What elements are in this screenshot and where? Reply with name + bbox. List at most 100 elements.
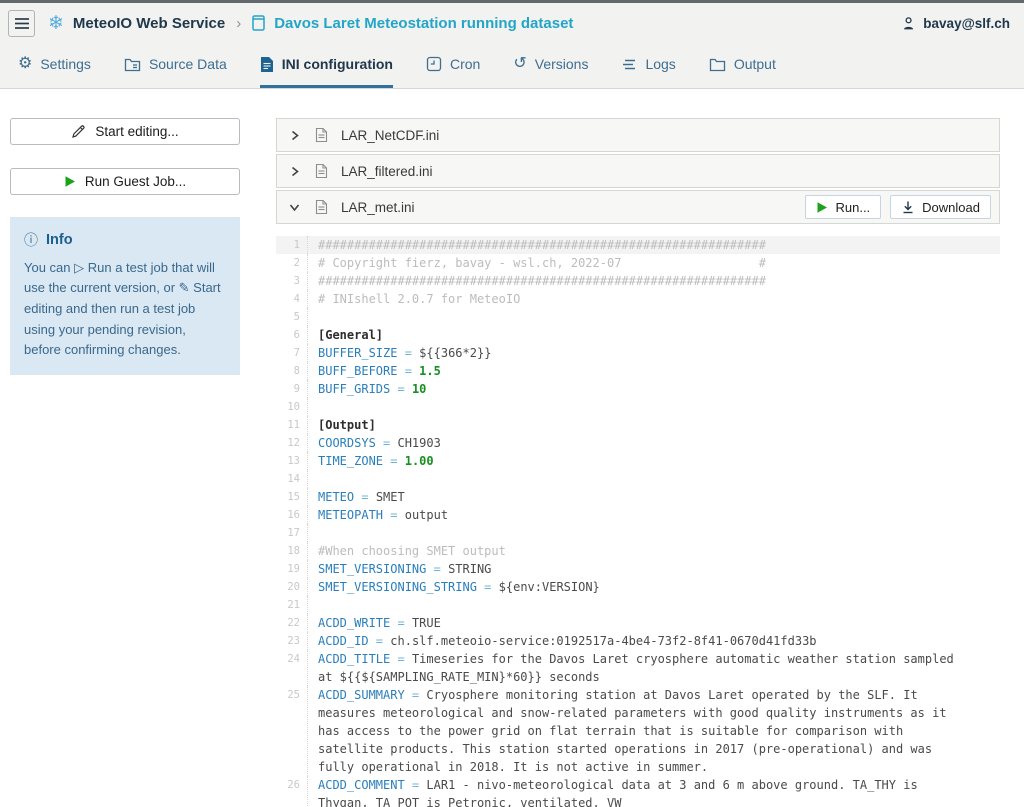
code-line: 12COORDSYS = CH1903	[276, 434, 1000, 452]
play-icon	[64, 175, 76, 188]
download-file-button[interactable]: Download	[890, 195, 991, 219]
sidebar: Start editing... Run Guest Job... ⓘ Info…	[10, 118, 240, 807]
code-line-text: METEOPATH = output	[318, 506, 966, 524]
code-line-text: TIME_ZONE = 1.00	[318, 452, 966, 470]
line-number: 21	[276, 596, 308, 614]
code-editor[interactable]: 1 #######################################…	[276, 232, 1000, 807]
download-file-label: Download	[922, 200, 980, 215]
edit-inline-icon: ✎	[179, 280, 190, 295]
tab-label: Cron	[450, 56, 480, 72]
line-number: 19	[276, 560, 308, 578]
folder-icon	[709, 57, 726, 72]
code-line-text: COORDSYS = CH1903	[318, 434, 966, 452]
code-line: 24 ACDD_TITLE = Timeseries for the Davos …	[276, 650, 1000, 686]
snowflake-logo-icon: ❄	[48, 14, 64, 33]
code-line-text: # INIshell 2.0.7 for MeteoIO	[318, 290, 966, 308]
line-number: 7	[276, 344, 308, 362]
tab-source-data[interactable]: Source Data	[124, 43, 227, 88]
tab-cron[interactable]: Cron	[426, 43, 480, 88]
file-icon	[315, 127, 328, 143]
app-title[interactable]: MeteoIO Web Service	[73, 15, 225, 32]
code-line-text	[318, 596, 966, 614]
code-line: 5	[276, 308, 1000, 326]
download-icon	[901, 200, 915, 214]
run-guest-job-button[interactable]: Run Guest Job...	[10, 168, 240, 195]
code-line-text: SMET_VERSIONING_STRING = ${env:VERSION}	[318, 578, 966, 596]
line-number: 14	[276, 470, 308, 488]
code-line: 2# Copyright fierz, bavay - wsl.ch, 2022…	[276, 254, 1000, 272]
code-line-text: ########################################…	[318, 236, 966, 254]
file-row-lar-met[interactable]: LAR_met.ini Run... Download	[276, 190, 1000, 224]
line-number: 25	[276, 686, 308, 776]
line-number: 9	[276, 380, 308, 398]
code-line: 1 #######################################…	[276, 236, 1000, 254]
line-number: 24	[276, 650, 308, 686]
code-line: 10	[276, 398, 1000, 416]
tab-logs[interactable]: Logs	[621, 43, 675, 88]
line-number: 10	[276, 398, 308, 416]
code-line-text	[318, 398, 966, 416]
hamburger-menu-button[interactable]	[8, 10, 35, 37]
line-number: 22	[276, 614, 308, 632]
chevron-right-icon	[287, 128, 302, 143]
line-number: 20	[276, 578, 308, 596]
code-line: 21	[276, 596, 1000, 614]
gear-icon: ⚙	[18, 56, 32, 72]
start-editing-button[interactable]: Start editing...	[10, 118, 240, 145]
file-row-lar-filtered[interactable]: LAR_filtered.ini	[276, 154, 1000, 188]
tab-output[interactable]: Output	[709, 43, 776, 88]
tab-label: Source Data	[149, 56, 227, 72]
code-line: 4# INIshell 2.0.7 for MeteoIO	[276, 290, 1000, 308]
line-number: 1	[276, 236, 308, 254]
info-title: Info	[46, 229, 73, 252]
line-number: 13	[276, 452, 308, 470]
code-line: 6[General]	[276, 326, 1000, 344]
code-line-text: BUFF_BEFORE = 1.5	[318, 362, 966, 380]
code-line-text: BUFF_GRIDS = 10	[318, 380, 966, 398]
code-line: 25ACDD_SUMMARY = Cryosphere monitoring s…	[276, 686, 1000, 776]
tab-label: INI configuration	[282, 56, 393, 72]
tab-versions[interactable]: ↺ Versions	[513, 43, 588, 88]
tab-label: Versions	[535, 56, 589, 72]
code-line: 13 TIME_ZONE = 1.00	[276, 452, 1000, 470]
tab-label: Settings	[40, 56, 91, 72]
code-line: 19SMET_VERSIONING = STRING	[276, 560, 1000, 578]
user-menu[interactable]: bavay@slf.ch	[902, 16, 1010, 31]
code-line: 3 #######################################…	[276, 272, 1000, 290]
code-line: 7BUFFER_SIZE = ${{366*2}}	[276, 344, 1000, 362]
code-line-text: ########################################…	[318, 272, 966, 290]
run-file-label: Run...	[835, 200, 870, 215]
code-line-text: ACDD_COMMENT = LAR1 - nivo-meteorologica…	[318, 776, 966, 807]
line-number: 2	[276, 254, 308, 272]
code-line-text: ACDD_ID = ch.slf.meteoio-service:0192517…	[318, 632, 966, 650]
code-line: 22 ACDD_WRITE = TRUE	[276, 614, 1000, 632]
ini-files-panel: LAR_NetCDF.ini LAR_filtered.ini LAR_met.…	[276, 118, 1000, 807]
code-line: 17	[276, 524, 1000, 542]
chevron-right-icon	[287, 164, 302, 179]
list-lines-icon	[621, 58, 637, 71]
folder-list-icon	[124, 57, 141, 72]
code-line-text	[318, 308, 966, 326]
dataset-title[interactable]: Davos Laret Meteostation running dataset	[274, 15, 573, 32]
tab-settings[interactable]: ⚙ Settings	[18, 43, 91, 88]
run-file-button[interactable]: Run...	[805, 195, 881, 219]
tab-ini-configuration[interactable]: INI configuration	[260, 43, 393, 88]
info-text: You can ▷ Run a test job that will use t…	[24, 258, 226, 361]
code-line: 9 BUFF_GRIDS = 10	[276, 380, 1000, 398]
line-number: 3	[276, 272, 308, 290]
code-line: 11[Output]	[276, 416, 1000, 434]
run-guest-job-label: Run Guest Job...	[85, 174, 186, 189]
code-line-text	[318, 524, 966, 542]
file-name: LAR_NetCDF.ini	[341, 128, 991, 143]
chevron-down-icon	[287, 200, 302, 215]
code-line-text: ACDD_TITLE = Timeseries for the Davos La…	[318, 650, 966, 686]
code-line-text: ACDD_WRITE = TRUE	[318, 614, 966, 632]
tab-bar: ⚙ Settings Source Data INI configuration…	[0, 43, 1024, 89]
code-line: 20 SMET_VERSIONING_STRING = ${env:VERSION…	[276, 578, 1000, 596]
code-line: 26ACDD_COMMENT = LAR1 - nivo-meteorologi…	[276, 776, 1000, 807]
code-line: 23ACDD_ID = ch.slf.meteoio-service:01925…	[276, 632, 1000, 650]
file-row-lar-netcdf[interactable]: LAR_NetCDF.ini	[276, 118, 1000, 152]
line-number: 17	[276, 524, 308, 542]
app-header: ❄ MeteoIO Web Service › Davos Laret Mete…	[0, 3, 1024, 43]
code-line-text: [General]	[318, 326, 966, 344]
